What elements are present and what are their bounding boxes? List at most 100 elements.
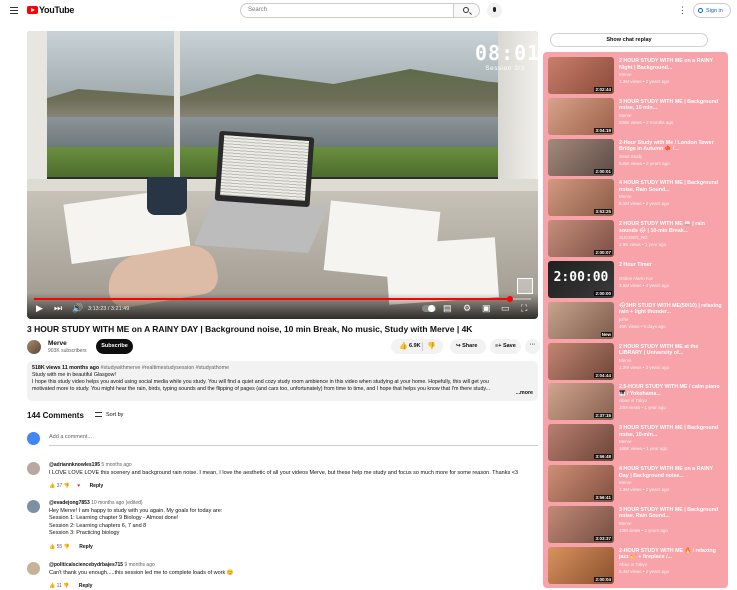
like-icon[interactable]: 👍 xyxy=(399,342,408,350)
commenter-avatar[interactable] xyxy=(27,500,40,513)
related-video-title[interactable]: 2 HOUR STUDY WITH ME at the LIBRARY | Un… xyxy=(619,344,723,357)
related-video-item[interactable]: 3:53:25 4 HOUR STUDY WITH ME | Background… xyxy=(548,179,724,217)
related-video-title[interactable]: 2.5-HOUR STUDY WITH ME / calm piano 🎹 / … xyxy=(619,384,723,397)
video-player[interactable]: 08:01 Session 3/3 ▶ ⏭ 🔊 3:13:23 / 3:21:4… xyxy=(27,31,538,319)
related-video-thumbnail[interactable]: New xyxy=(548,301,614,339)
settings-more-icon[interactable]: ⋮ xyxy=(678,5,687,16)
related-video-thumbnail[interactable]: 2:02:44 xyxy=(548,57,614,94)
sign-in-button[interactable]: Sign in xyxy=(693,3,731,18)
related-video-title[interactable]: 2 HOUR STUDY WITH ME 📖 | rain sounds 🌧 |… xyxy=(619,221,723,234)
youtube-logo[interactable]: YouTube xyxy=(27,5,74,15)
play-icon[interactable]: ▶ xyxy=(36,304,43,313)
related-video-title[interactable]: 2 Hour Timer xyxy=(619,262,723,269)
related-video-item[interactable]: 2:04:44 2 HOUR STUDY WITH ME at the LIBRA… xyxy=(548,342,724,381)
related-video-item[interactable]: 2:00:07 2 HOUR STUDY WITH ME 📖 | rain sou… xyxy=(548,220,724,258)
like-icon[interactable]: 👍 xyxy=(49,583,55,589)
dislike-icon[interactable]: 👎 xyxy=(64,483,70,489)
related-video-item[interactable]: New 🌧3HR STUDY WITH ME(50/10) | relaxing … xyxy=(548,301,724,340)
channel-name[interactable]: Merve xyxy=(48,340,67,347)
settings-icon[interactable]: ⚙ xyxy=(463,304,471,313)
sort-by-button[interactable]: Sort by xyxy=(95,412,123,418)
voice-search-icon[interactable] xyxy=(487,3,502,18)
commenter-handle[interactable]: @politicalsciencebydrbajes715 xyxy=(49,562,123,568)
related-video-channel[interactable]: jcthe xyxy=(619,317,629,322)
commenter-handle[interactable]: @evadejong7853 xyxy=(49,500,90,506)
related-video-channel[interactable]: Merve xyxy=(619,480,632,485)
related-video-thumbnail[interactable]: 2:04:44 xyxy=(548,342,614,380)
miniplayer-icon[interactable]: ▣ xyxy=(482,304,491,313)
related-video-channel[interactable]: Merve xyxy=(619,113,632,118)
scrubber-handle[interactable] xyxy=(507,296,514,302)
share-button[interactable]: ↪ Share xyxy=(450,339,486,354)
search-button[interactable] xyxy=(454,3,480,18)
dislike-icon[interactable]: 👎 xyxy=(63,583,69,589)
related-video-title[interactable]: 🌧3HR STUDY WITH ME(50/10) | relaxing rai… xyxy=(619,303,723,316)
related-video-channel[interactable]: Merve xyxy=(619,72,632,77)
like-count[interactable]: 6.9K xyxy=(409,343,421,349)
related-video-channel[interactable]: Merve xyxy=(619,439,632,444)
related-video-item[interactable]: 3:56:41 4 HOUR STUDY WITH ME on a RAINY D… xyxy=(548,465,724,503)
related-video-title[interactable]: 2-HOUR STUDY WITH ME 🔥 / relaxing jazz 🎷… xyxy=(619,548,723,561)
related-video-item[interactable]: 2:00:00 2:00:00 2 Hour Timer Online Alarm K… xyxy=(548,261,724,299)
related-video-thumbnail[interactable]: 3:56:48 xyxy=(548,424,614,462)
like-icon[interactable]: 👍 xyxy=(49,544,55,550)
related-video-thumbnail[interactable]: 3:04:19 xyxy=(548,97,614,135)
related-video-thumbnail[interactable]: 3:53:25 xyxy=(548,179,614,217)
related-video-title[interactable]: 2 HOUR STUDY WITH ME on a RAINY Night | … xyxy=(619,58,723,71)
dislike-icon[interactable]: 👎 xyxy=(427,342,436,350)
description-box[interactable]: 518K views 11 months ago #studywithmerve… xyxy=(27,361,538,401)
related-video-thumbnail[interactable]: 2:00:07 xyxy=(548,220,614,258)
autoplay-toggle[interactable] xyxy=(422,305,436,312)
add-comment-input[interactable]: Add a comment... xyxy=(49,434,92,440)
search-input[interactable]: Search xyxy=(240,3,454,18)
menu-icon[interactable] xyxy=(10,7,18,14)
related-video-item[interactable]: 2:00:04 2-HOUR STUDY WITH ME 🔥 / relaxing… xyxy=(548,546,724,585)
related-video-item[interactable]: 2:02:44 2 HOUR STUDY WITH ME on a RAINY N… xyxy=(548,57,724,95)
hashtags[interactable]: #studywithmerve #realtimestudysession #s… xyxy=(101,365,229,371)
dislike-icon[interactable]: 👎 xyxy=(64,544,70,550)
related-video-channel[interactable]: Abao in Tokyo xyxy=(619,562,647,567)
related-video-channel[interactable]: Merve xyxy=(619,194,632,199)
related-video-title[interactable]: 4 HOUR STUDY WITH ME on a RAINY Day | Ba… xyxy=(619,466,723,479)
fullscreen-icon[interactable]: ⛶ xyxy=(521,304,527,313)
commenter-avatar[interactable] xyxy=(27,462,40,475)
related-video-title[interactable]: 4 HOUR STUDY WITH ME | Background noise,… xyxy=(619,180,723,193)
related-video-channel[interactable]: SUGGEN_ND xyxy=(619,235,648,240)
related-video-item[interactable]: 3:03:37 3 HOUR STUDY WITH ME | Background… xyxy=(548,505,724,544)
related-video-title[interactable]: 2-Hour Study with Me / London Tower Brid… xyxy=(619,140,723,153)
channel-avatar[interactable] xyxy=(27,340,41,354)
commenter-handle[interactable]: @adriannknowles195 xyxy=(49,462,100,468)
commenter-avatar[interactable] xyxy=(27,562,40,575)
related-video-thumbnail[interactable]: 2:00:00 2:00:00 xyxy=(548,261,614,298)
related-video-thumbnail[interactable]: 2:00:04 xyxy=(548,546,614,584)
related-video-item[interactable]: 3:04:19 3 HOUR STUDY WITH ME | Background… xyxy=(548,97,724,136)
related-video-item[interactable]: 2:00:01 2-Hour Study with Me / London Tow… xyxy=(548,138,724,177)
related-video-item[interactable]: 2:37:15 2.5-HOUR STUDY WITH ME / calm pia… xyxy=(548,383,724,421)
show-chat-replay-button[interactable]: Show chat replay xyxy=(550,33,708,47)
related-video-thumbnail[interactable]: 3:56:41 xyxy=(548,465,614,502)
reply-button[interactable]: Reply xyxy=(90,483,104,489)
reply-button[interactable]: Reply xyxy=(79,544,93,550)
related-video-title[interactable]: 3 HOUR STUDY WITH ME | Background noise,… xyxy=(619,99,723,112)
reply-button[interactable]: Reply xyxy=(79,583,93,589)
related-video-channel[interactable]: Online Alarm Kur xyxy=(619,276,653,281)
related-video-title[interactable]: 3 HOUR STUDY WITH ME | Background noise,… xyxy=(619,425,723,438)
related-video-channel[interactable]: Abao in Tokyo xyxy=(619,398,647,403)
related-video-thumbnail[interactable]: 3:03:37 xyxy=(548,505,614,543)
related-video-title[interactable]: 3 HOUR STUDY WITH ME | Background noise,… xyxy=(619,507,723,520)
theater-mode-icon[interactable]: ▭ xyxy=(501,304,510,313)
more-actions-icon[interactable]: ··· xyxy=(525,339,540,354)
related-video-thumbnail[interactable]: 2:37:15 xyxy=(548,383,614,421)
related-video-item[interactable]: 3:56:48 3 HOUR STUDY WITH ME | Background… xyxy=(548,424,724,462)
like-icon[interactable]: 👍 xyxy=(49,483,55,489)
show-more-link[interactable]: ...more xyxy=(516,390,533,397)
related-video-channel[interactable]: Merve xyxy=(619,521,632,526)
subscribe-button[interactable]: Subscribe xyxy=(96,339,133,354)
next-icon[interactable]: ⏭ xyxy=(54,304,62,313)
subtitles-icon[interactable]: ▤ xyxy=(443,304,452,313)
related-video-channel[interactable]: Merve xyxy=(619,358,632,363)
related-video-channel[interactable]: Sean Study xyxy=(619,154,642,159)
progress-bar[interactable] xyxy=(34,296,531,302)
related-video-thumbnail[interactable]: 2:00:01 xyxy=(548,138,614,176)
channel-watermark[interactable] xyxy=(517,278,533,294)
